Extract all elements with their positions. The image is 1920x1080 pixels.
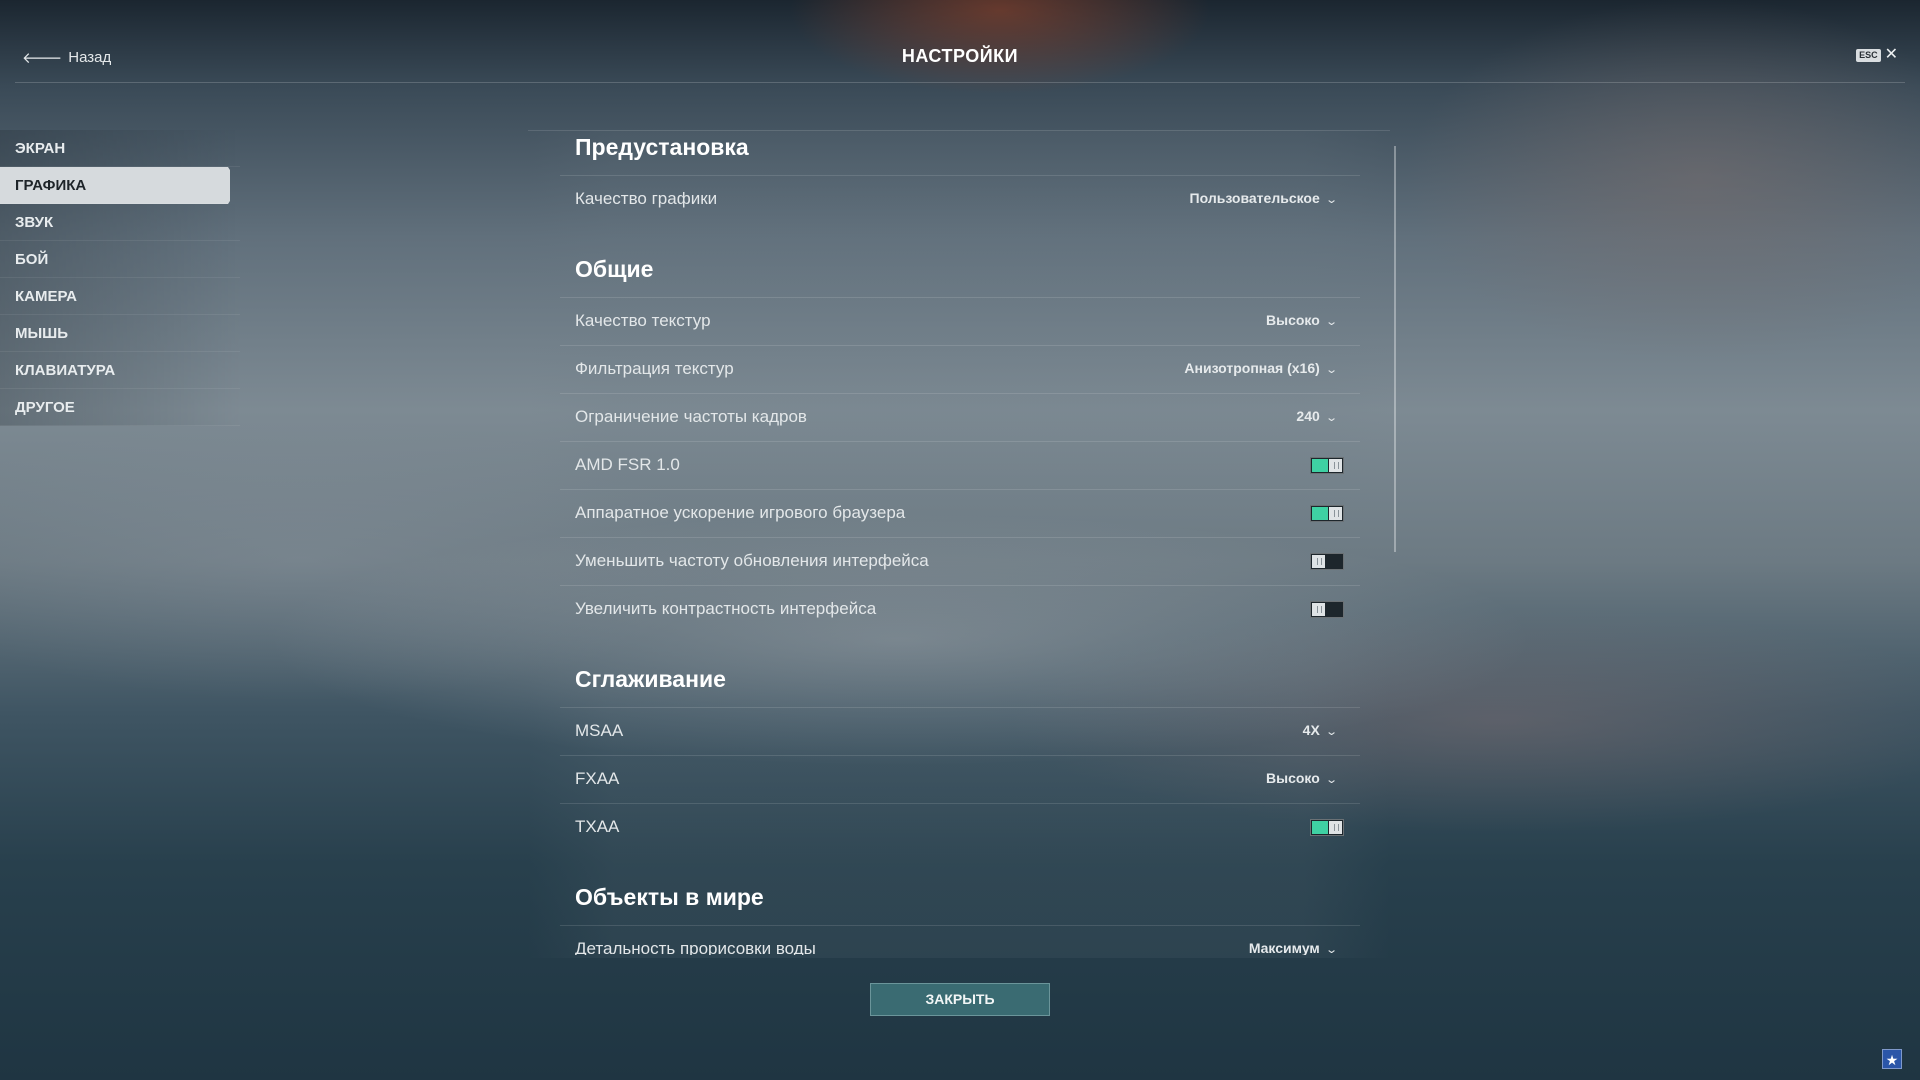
setting-dropdown[interactable]: Анизотропная (x16) ⌄ bbox=[1184, 360, 1338, 376]
section-title-antialiasing: Сглаживание bbox=[575, 666, 726, 692]
dropdown-value: Максимум bbox=[1248, 940, 1320, 955]
toggle-fill bbox=[1312, 507, 1328, 520]
close-button[interactable]: ЗАКРЫТЬ bbox=[870, 983, 1050, 1016]
sidebar-item-graphics[interactable]: ГРАФИКА bbox=[0, 167, 230, 204]
chevron-down-icon: ⌄ bbox=[1324, 193, 1338, 206]
setting-amd-fsr[interactable]: AMD FSR 1.0 bbox=[560, 441, 1360, 489]
setting-msaa[interactable]: MSAA 4X ⌄ bbox=[560, 707, 1360, 755]
setting-graphics-quality[interactable]: Качество графики Пользовательское ⌄ bbox=[560, 175, 1360, 223]
browser-acceleration-toggle[interactable] bbox=[1310, 505, 1344, 522]
amd-fsr-toggle[interactable] bbox=[1310, 457, 1344, 474]
setting-dropdown[interactable]: Высоко ⌄ bbox=[1266, 770, 1338, 786]
settings-sidebar: ЭКРАН ГРАФИКА ЗВУК БОЙ КАМЕРА МЫШЬ КЛАВИ… bbox=[0, 130, 240, 426]
setting-label: Качество графики bbox=[575, 189, 718, 208]
txaa-toggle[interactable] bbox=[1310, 819, 1344, 836]
setting-fps-limit[interactable]: Ограничение частоты кадров 240 ⌄ bbox=[560, 393, 1360, 441]
setting-label: Уменьшить частоту обновления интерфейса bbox=[575, 551, 929, 570]
sidebar-item-sound[interactable]: ЗВУК bbox=[0, 204, 240, 241]
setting-label: MSAA bbox=[575, 721, 624, 740]
setting-dropdown[interactable]: 4X ⌄ bbox=[1302, 722, 1338, 738]
reduce-ui-refresh-toggle[interactable] bbox=[1310, 553, 1344, 570]
setting-label: TXAA bbox=[575, 817, 620, 836]
setting-ui-contrast[interactable]: Увеличить контрастность интерфейса bbox=[560, 585, 1360, 633]
setting-label: AMD FSR 1.0 bbox=[575, 455, 680, 474]
toggle-knob bbox=[1329, 821, 1342, 834]
chevron-down-icon: ⌄ bbox=[1324, 315, 1338, 328]
sidebar-item-screen[interactable]: ЭКРАН bbox=[0, 130, 240, 167]
sidebar-item-mouse[interactable]: МЫШЬ bbox=[0, 315, 240, 352]
section-title-world-objects: Объекты в мире bbox=[575, 884, 764, 910]
chevron-down-icon: ⌄ bbox=[1324, 363, 1338, 376]
esc-key-badge: ESC bbox=[1856, 48, 1881, 62]
setting-texture-filtering[interactable]: Фильтрация текстур Анизотропная (x16) ⌄ bbox=[560, 345, 1360, 393]
dropdown-value: Высоко bbox=[1266, 770, 1320, 786]
toggle-fill bbox=[1312, 821, 1328, 834]
chevron-down-icon: ⌄ bbox=[1324, 411, 1338, 424]
setting-dropdown[interactable]: 240 ⌄ bbox=[1296, 408, 1338, 424]
setting-label: Фильтрация текстур bbox=[575, 359, 734, 378]
toggle-knob bbox=[1312, 555, 1325, 568]
dropdown-value: 4X bbox=[1302, 722, 1320, 738]
chevron-down-icon: ⌄ bbox=[1324, 725, 1338, 738]
toggle-fill bbox=[1312, 459, 1328, 472]
setting-label: Детальность прорисовки воды bbox=[575, 939, 816, 955]
setting-browser-acceleration[interactable]: Аппаратное ускорение игрового браузера bbox=[560, 489, 1360, 537]
sidebar-item-battle[interactable]: БОЙ bbox=[0, 241, 240, 278]
sidebar-item-keyboard[interactable]: КЛАВИАТУРА bbox=[0, 352, 240, 389]
page-title: НАСТРОЙКИ bbox=[901, 46, 1019, 66]
toggle-knob bbox=[1329, 507, 1342, 520]
sidebar-item-other[interactable]: ДРУГОЕ bbox=[0, 389, 240, 426]
setting-label: Ограничение частоты кадров bbox=[575, 407, 807, 426]
dropdown-value: Высоко bbox=[1266, 312, 1320, 328]
ui-contrast-toggle[interactable] bbox=[1310, 601, 1344, 618]
setting-reduce-ui-refresh[interactable]: Уменьшить частоту обновления интерфейса bbox=[560, 537, 1360, 585]
setting-texture-quality[interactable]: Качество текстур Высоко ⌄ bbox=[560, 297, 1360, 345]
setting-dropdown[interactable]: Пользовательское ⌄ bbox=[1189, 190, 1338, 206]
top-bar: 🡐 Назад НАСТРОЙКИ ESC ✕ bbox=[0, 0, 1920, 84]
setting-label: FXAA bbox=[575, 769, 620, 788]
dropdown-value: Анизотропная (x16) bbox=[1184, 360, 1320, 376]
toggle-knob bbox=[1329, 459, 1342, 472]
chevron-down-icon: ⌄ bbox=[1324, 943, 1338, 956]
setting-label: Увеличить контрастность интерфейса bbox=[575, 599, 877, 618]
dropdown-value: Пользовательское bbox=[1189, 190, 1320, 206]
setting-dropdown[interactable]: Максимум ⌄ bbox=[1248, 940, 1338, 956]
setting-label: Качество текстур bbox=[575, 311, 711, 330]
section-title-preset: Предустановка bbox=[575, 134, 749, 160]
settings-scroll-area[interactable]: Предустановка Качество графики Пользоват… bbox=[528, 130, 1390, 955]
dropdown-value: 240 bbox=[1296, 408, 1320, 424]
chevron-down-icon: ⌄ bbox=[1324, 773, 1338, 786]
star-icon[interactable]: ★ bbox=[1882, 1049, 1902, 1069]
settings-scrollbar[interactable] bbox=[1394, 146, 1396, 552]
setting-txaa[interactable]: TXAA bbox=[560, 803, 1360, 851]
close-icon: ✕ bbox=[1884, 46, 1898, 63]
close-window-button[interactable]: ESC ✕ bbox=[1856, 46, 1898, 63]
settings-panel: Предустановка Качество графики Пользоват… bbox=[528, 130, 1390, 958]
setting-dropdown[interactable]: Высоко ⌄ bbox=[1266, 312, 1338, 328]
setting-label: Аппаратное ускорение игрового браузера bbox=[575, 503, 906, 522]
header-divider bbox=[15, 82, 1905, 83]
section-title-general: Общие bbox=[575, 256, 654, 282]
setting-fxaa[interactable]: FXAA Высоко ⌄ bbox=[560, 755, 1360, 803]
toggle-knob bbox=[1312, 603, 1325, 616]
sidebar-item-camera[interactable]: КАМЕРА bbox=[0, 278, 240, 315]
setting-water-detail[interactable]: Детальность прорисовки воды Максимум ⌄ bbox=[560, 925, 1360, 955]
